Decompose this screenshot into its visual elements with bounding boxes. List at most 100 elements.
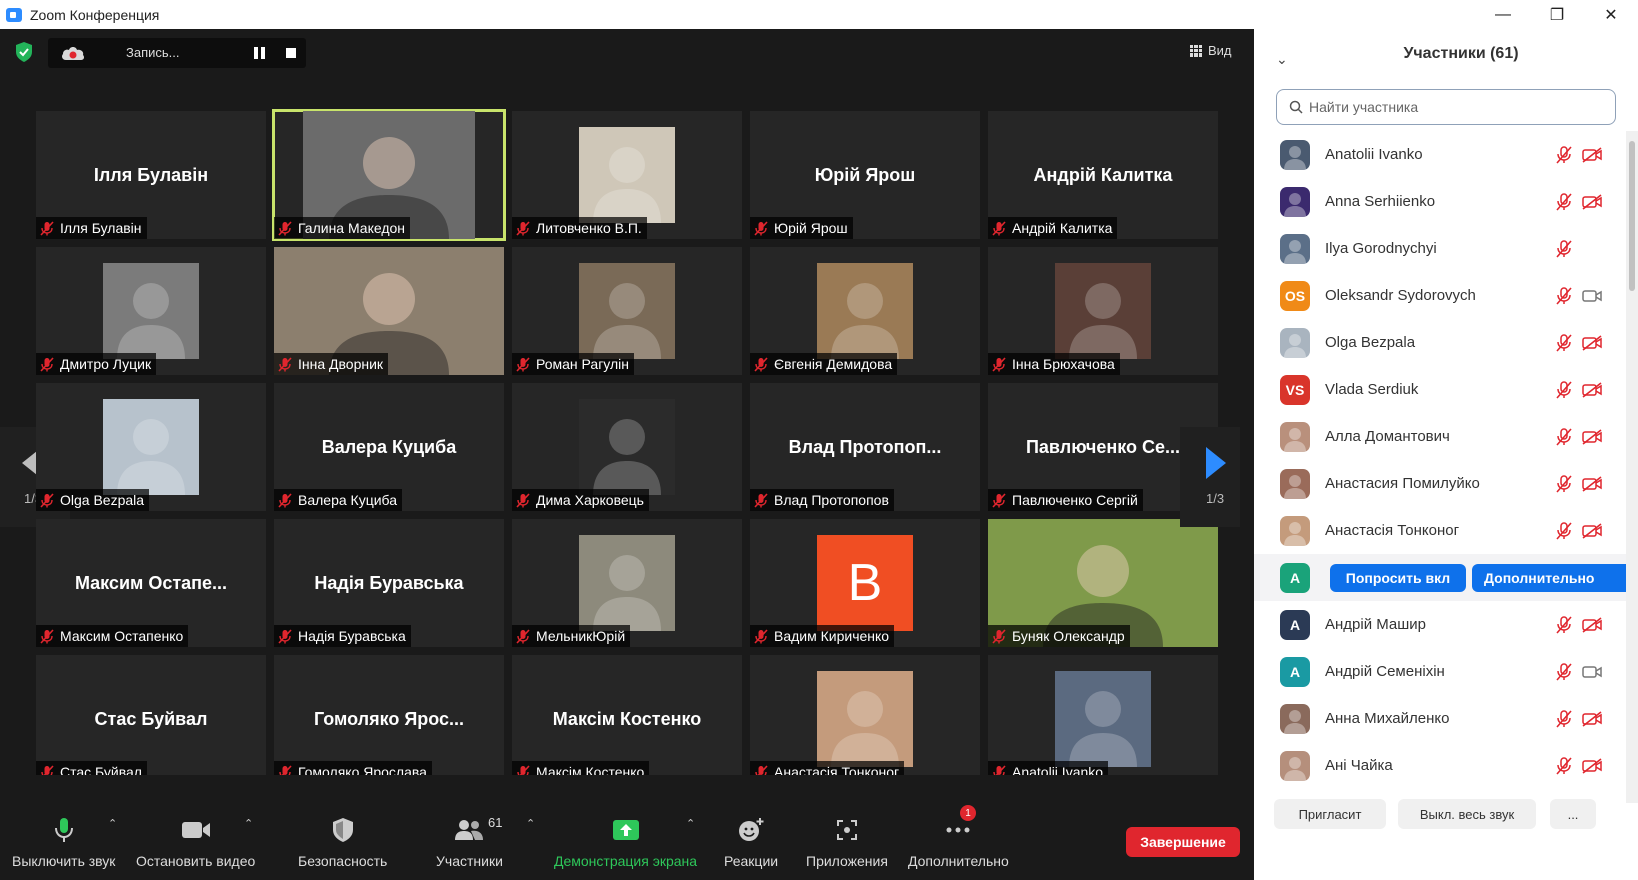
video-on-icon[interactable] [1582, 664, 1602, 680]
video-off-icon[interactable] [1582, 146, 1602, 163]
security-shield-icon[interactable] [14, 41, 34, 63]
reactions-button[interactable]: Реакции [724, 815, 778, 869]
share-screen-button[interactable]: Демонстрация экрана [554, 815, 697, 869]
video-tile[interactable]: Ілля Булавін Ілля Булавін [36, 111, 266, 239]
video-tile[interactable]: B Вадим Кириченко [750, 519, 980, 647]
stop-video-button[interactable]: Остановить видео [136, 815, 255, 869]
participant-row[interactable]: Алла Домантович [1254, 413, 1626, 460]
participant-row[interactable]: OS Oleksandr Sydorovych [1254, 272, 1626, 319]
video-tile[interactable]: Галина Македон [272, 109, 506, 241]
video-tile[interactable]: МельникЮрій [512, 519, 742, 647]
video-tile[interactable]: Максим Остапе... Максим Остапенко [36, 519, 266, 647]
participant-row[interactable]: Anatolii Ivanko [1254, 131, 1626, 178]
video-tile[interactable]: Євгенія Демидова [750, 247, 980, 375]
participant-row[interactable]: Ilya Gorodnychyi [1254, 225, 1626, 272]
video-tile[interactable]: Anatolii Ivanko [988, 655, 1218, 783]
video-tile[interactable]: Інна Брюхачова [988, 247, 1218, 375]
mic-muted-icon [992, 492, 1006, 508]
video-tile[interactable]: Андрій Калитка Андрій Калитка [988, 111, 1218, 239]
participant-row[interactable]: A Попросить вкл Дополнительно [1254, 554, 1626, 601]
security-button[interactable]: Безопасность [298, 815, 387, 869]
ask-to-unmute-button[interactable]: Попросить вкл [1330, 563, 1466, 592]
participant-row[interactable]: Анастасія Тонконог [1254, 507, 1626, 554]
profile-photo [579, 535, 675, 631]
participant-search[interactable] [1276, 89, 1616, 125]
mic-muted-icon[interactable] [1556, 756, 1572, 775]
mic-muted-icon[interactable] [1556, 239, 1572, 258]
view-button[interactable]: Вид [1190, 43, 1232, 58]
mic-muted-icon[interactable] [1556, 192, 1572, 211]
video-options-caret[interactable]: ⌃ [244, 817, 253, 830]
video-tile[interactable]: Надія Буравська Надія Буравська [274, 519, 504, 647]
mic-muted-icon[interactable] [1556, 521, 1572, 540]
participants-scrollbar[interactable] [1626, 131, 1638, 803]
participants-title: Участники (61) [1403, 45, 1519, 62]
video-tile[interactable]: Olga Bezpala [36, 383, 266, 511]
close-button[interactable]: ✕ [1584, 0, 1638, 29]
video-tile[interactable]: Влад Протопоп... Влад Протопопов [750, 383, 980, 511]
video-off-icon[interactable] [1582, 334, 1602, 351]
participant-row[interactable]: A Андрій Машир [1254, 601, 1626, 648]
participant-row[interactable]: A Андрій Семеніхін [1254, 648, 1626, 695]
video-tile[interactable]: Анастасія Тонконог [750, 655, 980, 783]
video-tile[interactable]: Роман Рагулін [512, 247, 742, 375]
mic-muted-icon[interactable] [1556, 380, 1572, 399]
minimize-button[interactable]: — [1476, 0, 1530, 29]
video-on-icon[interactable] [1582, 288, 1602, 304]
more-button[interactable]: Дополнительно [908, 815, 1009, 869]
pause-recording-icon[interactable] [254, 47, 266, 59]
participant-row[interactable]: Ані Чайка [1254, 742, 1626, 789]
participants-options-caret[interactable]: ⌃ [526, 817, 535, 830]
video-off-icon[interactable] [1582, 193, 1602, 210]
video-off-icon[interactable] [1582, 710, 1602, 727]
mic-muted-icon[interactable] [1556, 286, 1572, 305]
video-off-icon[interactable] [1582, 381, 1602, 398]
video-tile[interactable]: Юрій Ярош Юрій Ярош [750, 111, 980, 239]
participant-row[interactable]: Olga Bezpala [1254, 319, 1626, 366]
mute-all-button[interactable]: Выкл. весь звук [1398, 799, 1536, 829]
video-tile[interactable]: Максім Костенко Максім Костенко [512, 655, 742, 783]
video-off-icon[interactable] [1582, 475, 1602, 492]
mute-button[interactable]: Выключить звук [12, 815, 115, 869]
reactions-smiley-icon [739, 818, 764, 841]
participant-row[interactable]: Anna Serhiienko [1254, 178, 1626, 225]
video-tile[interactable]: Буняк Олександр [988, 519, 1218, 647]
search-input[interactable] [1309, 99, 1599, 115]
share-options-caret[interactable]: ⌃ [686, 817, 695, 830]
scrollbar-thumb[interactable] [1629, 141, 1635, 291]
apps-button[interactable]: Приложения [806, 815, 888, 869]
video-off-icon[interactable] [1582, 428, 1602, 445]
mic-muted-icon[interactable] [1556, 615, 1572, 634]
participant-row[interactable]: VS Vlada Serdiuk [1254, 366, 1626, 413]
mic-muted-icon [992, 356, 1006, 372]
mic-muted-icon[interactable] [1556, 145, 1572, 164]
participant-more-button[interactable]: Дополнительно [1472, 563, 1626, 592]
more-label: Дополнительно [908, 853, 1009, 869]
stop-recording-icon[interactable] [286, 48, 296, 58]
participant-row[interactable]: Анастасия Помилуйко [1254, 460, 1626, 507]
video-tile[interactable]: Гомоляко Ярос... Гомоляко Ярослава [274, 655, 504, 783]
mic-muted-icon[interactable] [1556, 333, 1572, 352]
mic-muted-icon[interactable] [1556, 474, 1572, 493]
participant-row[interactable]: Анна Михайленко [1254, 695, 1626, 742]
video-off-icon[interactable] [1582, 757, 1602, 774]
restore-button[interactable]: ❐ [1530, 0, 1584, 29]
video-off-icon[interactable] [1582, 522, 1602, 539]
mic-muted-icon [754, 220, 768, 236]
video-off-icon[interactable] [1582, 616, 1602, 633]
video-tile[interactable]: Литовченко В.П. [512, 111, 742, 239]
video-tile[interactable]: Стас Буйвал Стас Буйвал [36, 655, 266, 783]
next-page-button[interactable]: 1/3 [1180, 427, 1240, 527]
video-tile[interactable]: Валера Куциба Валера Куциба [274, 383, 504, 511]
mic-muted-icon[interactable] [1556, 662, 1572, 681]
video-tile[interactable]: Дмитро Луцик [36, 247, 266, 375]
video-tile[interactable]: Дима Харковець [512, 383, 742, 511]
mic-muted-icon[interactable] [1556, 709, 1572, 728]
mic-muted-icon[interactable] [1556, 427, 1572, 446]
participant-name: Анна Михайленко [1325, 710, 1450, 727]
panel-more-button[interactable]: ... [1550, 799, 1596, 829]
audio-options-caret[interactable]: ⌃ [108, 817, 117, 830]
invite-button[interactable]: Пригласит [1274, 799, 1386, 829]
video-tile[interactable]: Інна Дворник [274, 247, 504, 375]
end-meeting-button[interactable]: Завершение [1126, 827, 1240, 857]
